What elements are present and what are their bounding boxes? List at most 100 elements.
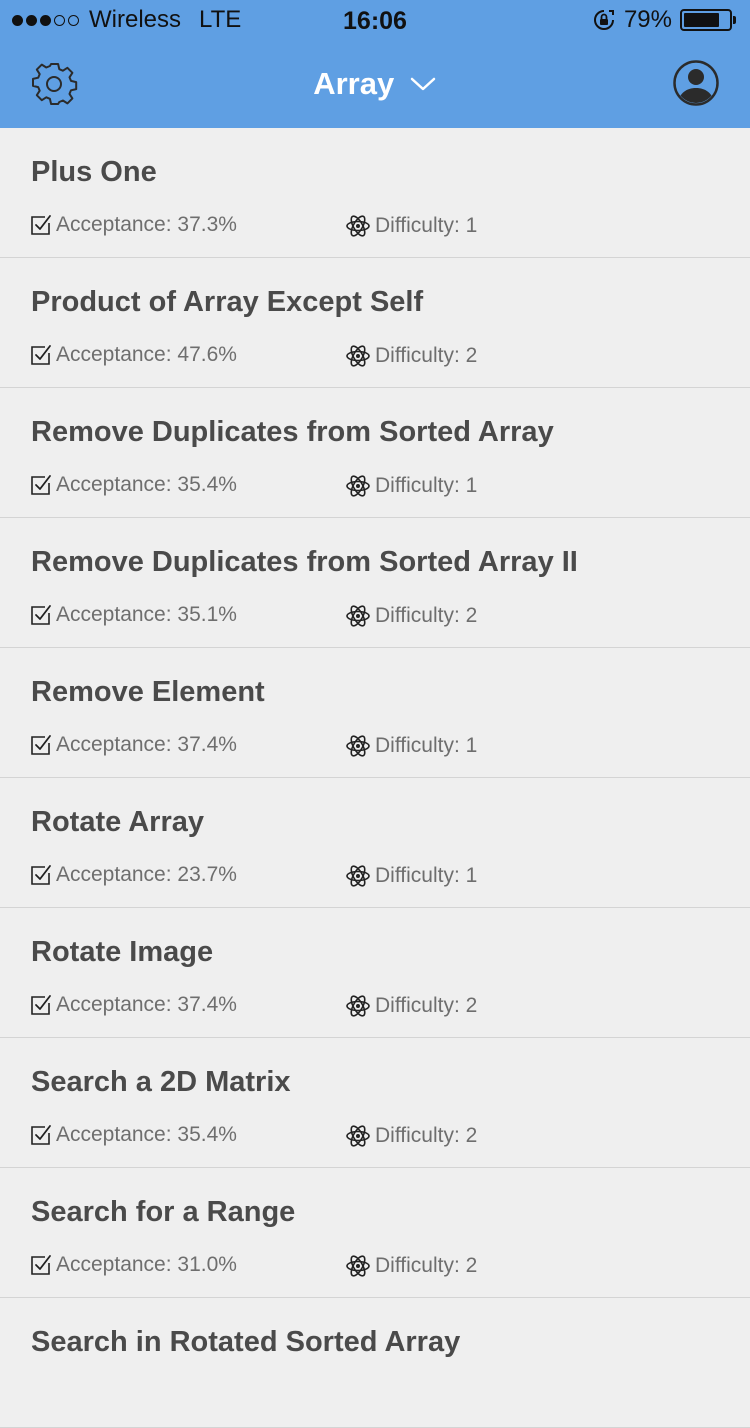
difficulty-stat: Difficulty: 1	[345, 733, 477, 759]
problem-list-item[interactable]: Plus One Acceptance: 37.3% Difficulty: 1	[0, 128, 750, 258]
checkbox-checked-icon	[31, 735, 51, 755]
difficulty-label: Difficulty:	[375, 864, 460, 887]
chevron-down-icon	[410, 77, 436, 91]
difficulty-value: 1	[465, 474, 478, 497]
atom-icon	[346, 605, 370, 627]
acceptance-value: 47.6%	[177, 343, 237, 366]
status-bar: Wireless LTE 16:06 79%	[0, 0, 750, 40]
problem-list-item[interactable]: Rotate Array Acceptance: 23.7% Difficulty: 1	[0, 778, 750, 908]
problem-title: Remove Duplicates from Sorted Array	[31, 416, 554, 448]
difficulty-value: 2	[465, 994, 478, 1017]
problem-title: Product of Array Except Self	[31, 286, 424, 318]
difficulty-stat: Difficulty: 1	[345, 473, 477, 499]
difficulty-label: Difficulty:	[375, 1254, 460, 1277]
difficulty-label: Difficulty:	[375, 344, 460, 367]
acceptance-stat: Acceptance: 35.4%	[30, 1123, 237, 1147]
difficulty-stat: Difficulty: 2	[345, 1123, 477, 1149]
problem-title: Search for a Range	[31, 1196, 296, 1228]
problem-list-item[interactable]: Remove Element Acceptance: 37.4% Difficulty…	[0, 648, 750, 778]
difficulty-value: 1	[465, 214, 478, 237]
acceptance-stat: Acceptance: 47.6%	[30, 343, 237, 367]
status-right: 79%	[592, 6, 738, 33]
atom-icon	[346, 735, 370, 757]
atom-icon	[346, 865, 370, 887]
checkbox-checked-icon	[31, 605, 51, 625]
checkbox-checked-icon	[31, 345, 51, 365]
problem-list-item[interactable]: Search in Rotated Sorted Array	[0, 1298, 750, 1428]
acceptance-value: 37.4%	[177, 993, 237, 1016]
acceptance-value: 31.0%	[177, 1253, 237, 1276]
nav-bar: Array	[0, 40, 750, 128]
acceptance-label: Acceptance:	[56, 603, 172, 626]
problem-title: Search in Rotated Sorted Array	[31, 1326, 461, 1358]
rotation-lock-icon	[593, 10, 614, 30]
acceptance-value: 35.4%	[177, 1123, 237, 1146]
problem-list-item[interactable]: Remove Duplicates from Sorted Array Accep…	[0, 388, 750, 518]
acceptance-label: Acceptance:	[56, 733, 172, 756]
atom-icon	[346, 475, 370, 497]
problem-list-item[interactable]: Search a 2D Matrix Acceptance: 35.4% Diffic…	[0, 1038, 750, 1168]
difficulty-stat: Difficulty: 2	[345, 603, 477, 629]
problem-list-item[interactable]: Product of Array Except Self Acceptance: 4…	[0, 258, 750, 388]
acceptance-stat: Acceptance: 37.4%	[30, 733, 237, 757]
category-dropdown[interactable]: Array	[0, 64, 750, 102]
battery-level-fill	[684, 13, 719, 27]
acceptance-value: 37.4%	[177, 733, 237, 756]
problem-title: Plus One	[31, 156, 157, 188]
problem-title: Search a 2D Matrix	[31, 1066, 291, 1098]
difficulty-label: Difficulty:	[375, 994, 460, 1017]
acceptance-stat: Acceptance: 31.0%	[30, 1253, 237, 1277]
acceptance-label: Acceptance:	[56, 1253, 172, 1276]
atom-icon	[346, 1125, 370, 1147]
atom-icon	[346, 215, 370, 237]
difficulty-value: 2	[465, 604, 478, 627]
acceptance-value: 37.3%	[177, 213, 237, 236]
difficulty-label: Difficulty:	[375, 734, 460, 757]
difficulty-stat: Difficulty: 2	[345, 993, 477, 1019]
acceptance-value: 35.1%	[177, 603, 237, 626]
user-avatar-icon[interactable]	[672, 59, 720, 107]
acceptance-label: Acceptance:	[56, 473, 172, 496]
battery-icon	[680, 9, 736, 31]
app-header: Wireless LTE 16:06 79% Array	[0, 0, 750, 128]
acceptance-label: Acceptance:	[56, 1123, 172, 1146]
checkbox-checked-icon	[31, 1255, 51, 1275]
problem-title: Rotate Image	[31, 936, 214, 968]
atom-icon	[346, 345, 370, 367]
difficulty-stat: Difficulty: 1	[345, 213, 477, 239]
acceptance-value: 35.4%	[177, 473, 237, 496]
acceptance-label: Acceptance:	[56, 213, 172, 236]
difficulty-label: Difficulty:	[375, 214, 460, 237]
difficulty-value: 2	[465, 1124, 478, 1147]
difficulty-stat: Difficulty: 2	[345, 343, 477, 369]
battery-percent: 79%	[623, 6, 672, 33]
acceptance-label: Acceptance:	[56, 993, 172, 1016]
difficulty-stat: Difficulty: 1	[345, 863, 477, 889]
checkbox-checked-icon	[31, 995, 51, 1015]
difficulty-stat: Difficulty: 2	[345, 1253, 477, 1279]
problem-title: Remove Element	[31, 676, 265, 708]
acceptance-stat: Acceptance: 23.7%	[30, 863, 237, 887]
acceptance-stat: Acceptance: 35.1%	[30, 603, 237, 627]
checkbox-checked-icon	[31, 475, 51, 495]
acceptance-label: Acceptance:	[56, 863, 172, 886]
page-title: Array	[313, 65, 395, 101]
checkbox-checked-icon	[31, 1125, 51, 1145]
problem-list-item[interactable]: Search for a Range Acceptance: 31.0% Diffic…	[0, 1168, 750, 1298]
acceptance-value: 23.7%	[177, 863, 237, 886]
battery-tip	[733, 16, 736, 24]
difficulty-label: Difficulty:	[375, 474, 460, 497]
checkbox-checked-icon	[31, 865, 51, 885]
problem-list-item[interactable]: Remove Duplicates from Sorted Array II Ac…	[0, 518, 750, 648]
atom-icon	[346, 995, 370, 1017]
difficulty-label: Difficulty:	[375, 1124, 460, 1147]
difficulty-value: 1	[465, 864, 478, 887]
checkbox-checked-icon	[31, 215, 51, 235]
acceptance-stat: Acceptance: 35.4%	[30, 473, 237, 497]
problem-title: Rotate Array	[31, 806, 204, 838]
acceptance-stat: Acceptance: 37.3%	[30, 213, 237, 237]
difficulty-value: 1	[465, 734, 478, 757]
atom-icon	[346, 1255, 370, 1277]
difficulty-value: 2	[465, 1254, 478, 1277]
problem-list-item[interactable]: Rotate Image Acceptance: 37.4% Difficulty: 2	[0, 908, 750, 1038]
